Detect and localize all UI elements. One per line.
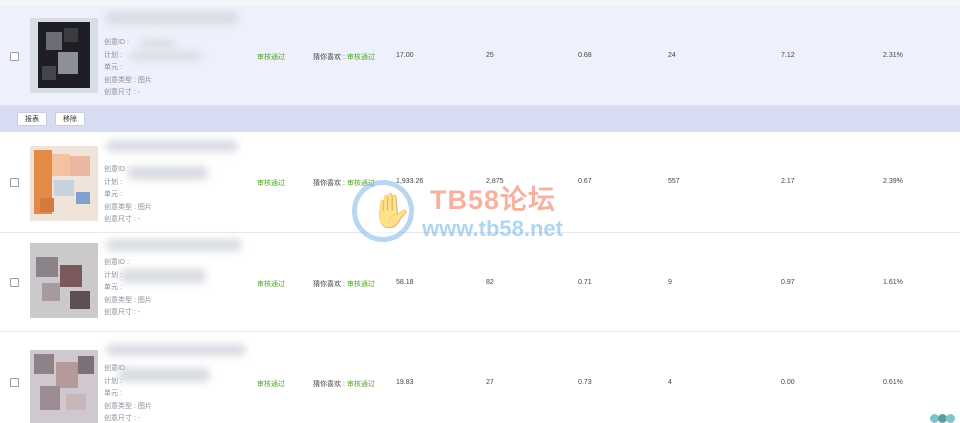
report-button[interactable]: 报表: [17, 112, 47, 126]
watermark-title: TB58论坛: [430, 185, 557, 215]
forum-watermark: ✋ TB58论坛 www.tb58.net: [352, 178, 612, 248]
row-checkbox[interactable]: [10, 278, 19, 287]
plan-label: 计划 :: [104, 271, 122, 279]
spend-value: 19.83: [396, 379, 414, 386]
type-label: 创意类型 : 图片: [104, 402, 152, 410]
spend-value: 17.00: [396, 52, 414, 59]
creative-thumbnail[interactable]: [30, 243, 98, 318]
placement-status: 猜你喜欢 : 审核通过: [313, 281, 375, 288]
hand-logo-icon: ✋: [352, 180, 414, 242]
creative-thumbnail[interactable]: [30, 146, 98, 221]
watermark-url: www.tb58.net: [422, 216, 563, 241]
review-status: 审核通过: [257, 381, 285, 388]
row-action-bar: 报表 移除: [0, 106, 960, 132]
blurred-title: [106, 344, 246, 356]
placement-status: 猜你喜欢 : 审核通过: [313, 381, 375, 388]
unit-label: 单元 :: [104, 64, 122, 71]
cost-value: 0.71: [578, 279, 592, 286]
review-status: 审核通过: [257, 180, 285, 187]
size-label: 创意尺寸 : -: [104, 216, 141, 223]
type-label: 创意类型 : 图片: [104, 76, 152, 84]
row-checkbox[interactable]: [10, 52, 19, 61]
table-row: 创意ID : 计划 : 单元 : 创意类型 : 图片 创意尺寸 : - 审核通过…: [0, 332, 960, 423]
idea-id-label: 创意ID :: [104, 259, 129, 266]
blurred-title: [106, 140, 238, 152]
roi-value: 2.17: [781, 178, 795, 185]
roi-value: 0.00: [781, 379, 795, 386]
creative-thumbnail[interactable]: [30, 18, 98, 93]
orders-value: 24: [668, 52, 676, 59]
size-label: 创意尺寸 : -: [104, 415, 141, 422]
blurred-title: [106, 239, 242, 251]
rate-value: 2.31%: [883, 52, 903, 59]
type-label: 创意类型 : 图片: [104, 296, 152, 304]
table-row: 创意ID : 计划 : 单元 : 创意类型 : 图片 创意尺寸 : - 审核通过…: [0, 6, 960, 106]
size-label: 创意尺寸 : -: [104, 309, 141, 316]
spend-value: 58.18: [396, 279, 414, 286]
clicks-value: 82: [486, 279, 494, 286]
unit-label: 单元 :: [104, 390, 122, 397]
plan-label: 计划 :: [104, 51, 122, 59]
clicks-value: 25: [486, 52, 494, 59]
rate-value: 2.39%: [883, 178, 903, 185]
remove-button[interactable]: 移除: [55, 112, 85, 126]
rate-value: 0.61%: [883, 379, 903, 386]
creative-list-page: 创意ID : 计划 : 单元 : 创意类型 : 图片 创意尺寸 : - 审核通过…: [0, 0, 960, 423]
plan-label: 计划 :: [104, 178, 122, 186]
creative-meta: 创意ID : 计划 : 单元 : 创意类型 : 图片 创意尺寸 : -: [104, 37, 152, 100]
creative-meta: 创意ID : 计划 : 单元 : 创意类型 : 图片 创意尺寸 : -: [104, 164, 152, 227]
unit-label: 单元 :: [104, 191, 122, 198]
review-status: 审核通过: [257, 281, 285, 288]
unit-label: 单元 :: [104, 284, 122, 291]
row-checkbox[interactable]: [10, 178, 19, 187]
idea-id-label: 创意ID :: [104, 39, 129, 46]
idea-id-label: 创意ID :: [104, 166, 129, 173]
cost-value: 0.73: [578, 379, 592, 386]
clicks-value: 27: [486, 379, 494, 386]
blurred-title: [106, 12, 238, 24]
cost-value: 0.68: [578, 52, 592, 59]
orders-value: 9: [668, 279, 672, 286]
plan-label: 计划 :: [104, 377, 122, 385]
creative-meta: 创意ID : 计划 : 单元 : 创意类型 : 图片 创意尺寸 : -: [104, 257, 152, 320]
placement-status: 猜你喜欢 : 审核通过: [313, 54, 375, 61]
roi-value: 0.97: [781, 279, 795, 286]
roi-value: 7.12: [781, 52, 795, 59]
creative-thumbnail[interactable]: [30, 350, 98, 423]
type-label: 创意类型 : 图片: [104, 203, 152, 211]
orders-value: 557: [668, 178, 680, 185]
creative-meta: 创意ID : 计划 : 单元 : 创意类型 : 图片 创意尺寸 : -: [104, 363, 152, 423]
size-label: 创意尺寸 : -: [104, 89, 141, 96]
corner-widget-icon[interactable]: [928, 413, 958, 423]
rate-value: 1.61%: [883, 279, 903, 286]
review-status: 审核通过: [257, 54, 285, 61]
row-checkbox[interactable]: [10, 378, 19, 387]
orders-value: 4: [668, 379, 672, 386]
idea-id-label: 创意ID :: [104, 365, 129, 372]
